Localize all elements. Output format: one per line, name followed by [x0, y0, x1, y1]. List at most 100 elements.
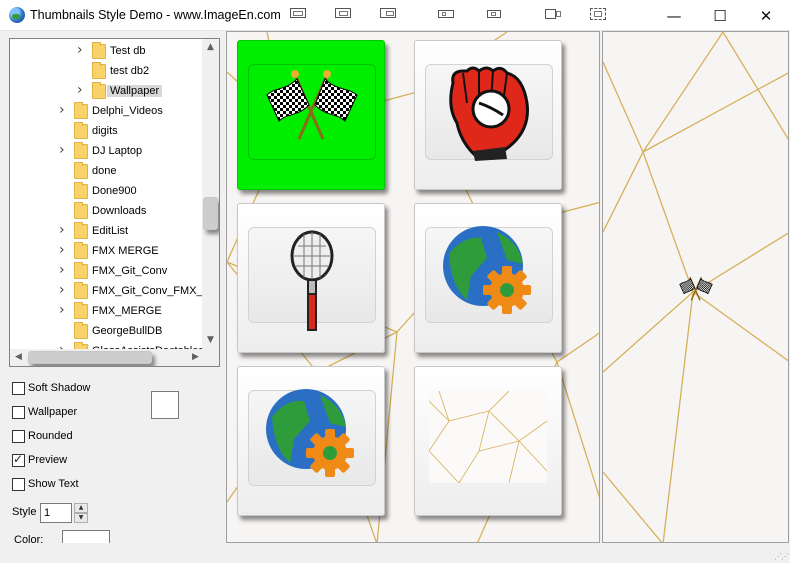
chevron-right-icon[interactable]: ›	[77, 82, 83, 98]
folder-icon	[74, 262, 88, 279]
scroll-thumb[interactable]	[203, 197, 218, 230]
folder-icon	[74, 242, 88, 259]
tree-item[interactable]: › Delphi_Videos	[10, 102, 205, 122]
thumbnail-globe-gear[interactable]	[414, 203, 562, 353]
chevron-right-icon[interactable]: ›	[59, 142, 65, 158]
checkbox-box[interactable]	[12, 405, 25, 419]
folder-icon	[92, 42, 106, 59]
tree-item[interactable]: › FMX MERGE	[10, 242, 205, 262]
globe-gear-icon	[266, 389, 354, 477]
folder-icon	[74, 122, 88, 139]
checkbox-box[interactable]	[12, 477, 25, 491]
scroll-corner	[202, 349, 219, 366]
tree-item-label: Done900	[92, 185, 137, 197]
tree-item-label: Delphi_Videos	[92, 105, 163, 117]
tree-item-label: EditList	[92, 225, 129, 237]
scroll-left-icon[interactable]: ◀	[10, 349, 27, 366]
tree-item-label: Downloads	[92, 205, 147, 217]
scroll-up-icon[interactable]: ▲	[202, 39, 219, 56]
baseball-glove-icon	[449, 66, 529, 161]
chevron-right-icon[interactable]: ›	[77, 42, 83, 58]
tree-item[interactable]: › FMX_Git_Conv_FMX_20	[10, 282, 215, 302]
checkered-flags-icon	[266, 70, 358, 140]
thumbnail-checkered-flags[interactable]	[237, 40, 385, 190]
maximize-button[interactable]: ☐	[697, 0, 743, 31]
tree-item[interactable]: › Test db	[10, 42, 205, 62]
tree-item-label: DJ Laptop	[92, 145, 143, 157]
view-style-3-icon[interactable]	[380, 8, 398, 22]
chevron-right-icon[interactable]: ›	[59, 302, 65, 318]
color-field[interactable]	[62, 530, 110, 544]
wallpaper-label: Wallpaper	[28, 406, 78, 418]
thumbnail-globe-gear-2[interactable]	[237, 366, 385, 516]
thumbnail-wallpaper-pattern[interactable]	[414, 366, 562, 516]
chevron-right-icon[interactable]: ›	[59, 242, 65, 258]
folder-icon	[74, 322, 88, 339]
tree-item[interactable]: › Wallpaper	[10, 82, 205, 102]
view-style-5-icon[interactable]	[485, 8, 503, 22]
thumbnail-grid[interactable]	[226, 31, 600, 543]
tree-item[interactable]: Done900	[10, 182, 205, 202]
folder-tree[interactable]: › Test db test db2 › Wallpaper › Delphi_Videos…	[9, 38, 220, 367]
tree-item[interactable]: Downloads	[10, 202, 205, 222]
checkbox-box[interactable]	[12, 452, 25, 467]
chevron-right-icon[interactable]: ›	[59, 262, 65, 278]
soft-shadow-checkbox[interactable]: Soft Shadow	[12, 380, 90, 396]
folder-icon	[74, 102, 88, 119]
spin-down-icon[interactable]: ▼	[74, 513, 88, 523]
tree-item-label: Test db	[110, 45, 146, 57]
view-style-6-icon[interactable]	[545, 8, 563, 22]
soft-shadow-label: Soft Shadow	[28, 382, 91, 394]
scroll-down-icon[interactable]: ▼	[202, 332, 219, 349]
thumbnail-tennis-racket[interactable]	[237, 203, 385, 353]
window-title: Thumbnails Style Demo - www.ImageEn.com	[30, 8, 281, 22]
tree-item-label: GeorgeBullDB	[92, 325, 163, 337]
preview-checkbox[interactable]: Preview	[12, 452, 67, 468]
tree-item-label: FMX_Git_Conv	[92, 265, 168, 277]
show-text-label: Show Text	[28, 478, 79, 490]
view-style-1-icon[interactable]	[290, 8, 308, 22]
tree-item[interactable]: done	[10, 162, 205, 182]
minimize-button[interactable]: —	[651, 0, 697, 31]
rounded-checkbox[interactable]: Rounded	[12, 428, 73, 444]
rounded-label: Rounded	[28, 430, 73, 442]
resize-grip-icon[interactable]: ⋰⋰	[774, 552, 789, 561]
tree-vertical-scrollbar[interactable]: ▲ ▼	[202, 39, 219, 349]
view-style-7-icon[interactable]	[590, 8, 608, 22]
tree-item[interactable]: digits	[10, 122, 205, 142]
style-label: Style	[12, 506, 37, 518]
checkbox-box[interactable]	[12, 381, 25, 395]
view-style-2-icon[interactable]	[335, 8, 353, 22]
wallpaper-color-swatch[interactable]	[151, 391, 179, 419]
status-bar: ⋰⋰	[0, 543, 790, 563]
folder-icon	[74, 302, 88, 319]
view-style-4-icon[interactable]	[438, 8, 456, 22]
scroll-thumb[interactable]	[28, 351, 152, 364]
tree-item[interactable]: GeorgeBullDB	[10, 322, 205, 342]
close-button[interactable]: ✕	[743, 0, 789, 31]
tree-item[interactable]: › FMX_MERGE	[10, 302, 205, 322]
style-input[interactable]: 1	[40, 503, 72, 523]
folder-icon	[92, 62, 106, 79]
chevron-right-icon[interactable]: ›	[59, 282, 65, 298]
wallpaper-pattern-icon	[429, 391, 547, 483]
wallpaper-checkbox[interactable]: Wallpaper	[12, 404, 77, 420]
thumbnail-baseball-glove[interactable]	[414, 40, 562, 190]
show-text-checkbox[interactable]: Show Text	[12, 476, 79, 492]
tree-item-label: done	[92, 165, 117, 177]
chevron-right-icon[interactable]: ›	[59, 102, 65, 118]
checkbox-box[interactable]	[12, 429, 25, 443]
tree-item[interactable]: › EditList	[10, 222, 205, 242]
folder-icon	[74, 202, 88, 219]
tree-item[interactable]: test db2	[10, 62, 205, 82]
folder-icon	[74, 222, 88, 239]
tree-horizontal-scrollbar[interactable]: ◀ ▶	[10, 349, 204, 366]
app-globe-icon	[9, 7, 25, 23]
preview-label: Preview	[28, 454, 68, 466]
preview-pane[interactable]	[602, 31, 789, 543]
spin-up-icon[interactable]: ▲	[74, 503, 88, 513]
checkered-flags-icon	[679, 276, 713, 301]
tree-item[interactable]: › FMX_Git_Conv	[10, 262, 205, 282]
tree-item[interactable]: › DJ Laptop	[10, 142, 205, 162]
chevron-right-icon[interactable]: ›	[59, 222, 65, 238]
